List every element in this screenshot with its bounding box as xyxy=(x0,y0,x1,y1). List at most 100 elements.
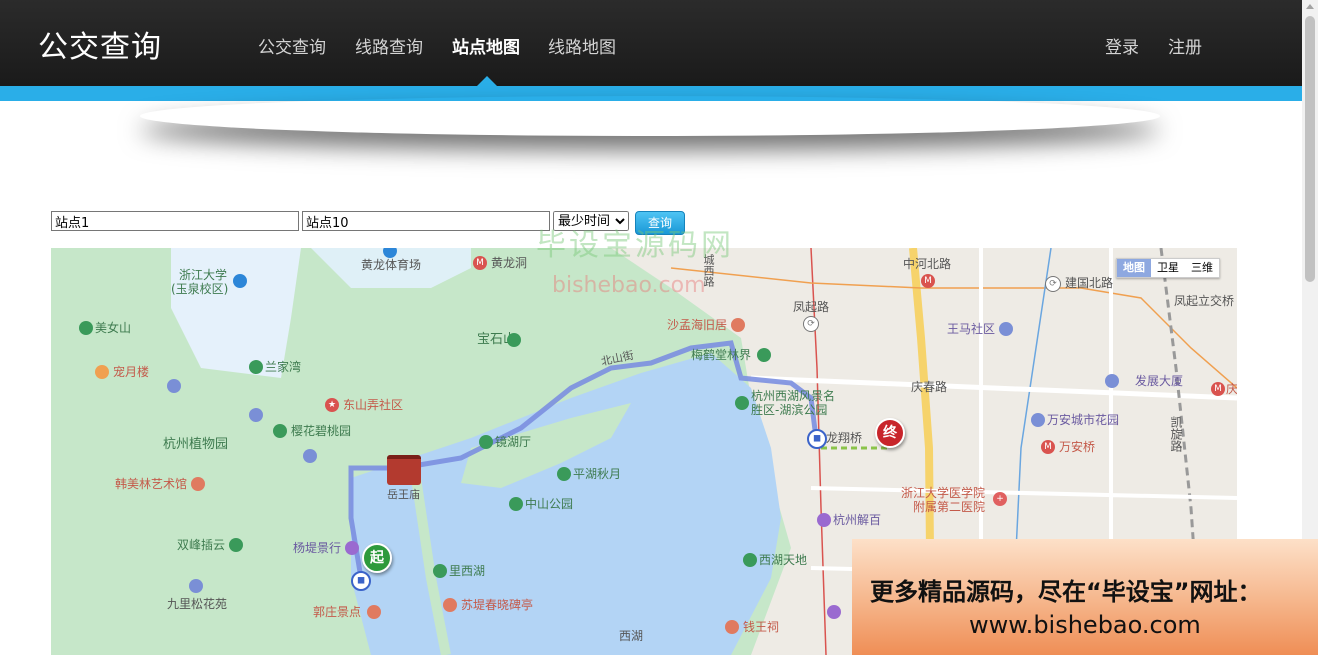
label-shameng: 沙孟海旧居 xyxy=(667,318,728,332)
school-poi-icon xyxy=(233,274,247,288)
label-guozhuang: 郭庄景点 xyxy=(313,605,362,619)
park-xihu-tiandi-icon xyxy=(743,553,757,567)
label-zju-hospital: 浙江大学医学院 xyxy=(901,486,986,500)
restaurant-longyue-icon xyxy=(95,365,109,379)
label-shuangfeng: 双峰插云 xyxy=(177,538,226,552)
label-huanglong-stadium: 黄龙体育场 xyxy=(361,258,422,272)
nav-line-map[interactable]: 线路地图 xyxy=(548,33,616,58)
park-meihetang-icon xyxy=(757,348,771,362)
label-zhongshan: 中山公园 xyxy=(525,497,574,511)
label-longyue: 宠月楼 xyxy=(113,365,150,379)
info-poi-icon xyxy=(167,379,181,393)
brand-logo[interactable]: 公交查询 xyxy=(38,22,162,66)
shopping-poi-icon xyxy=(827,605,841,619)
label-yingbi: 樱花碧桃园 xyxy=(291,424,352,438)
label-lixihu: 里西湖 xyxy=(449,564,486,578)
park-yingbi-icon xyxy=(273,424,287,438)
scenic-guozhuang-icon xyxy=(367,605,381,619)
yuewang-temple-icon xyxy=(387,455,421,485)
label-dongshan: 东山弄社区 xyxy=(343,398,404,412)
hospital-icon: + xyxy=(993,492,1007,506)
label-zhonghe-north: 中河北路 xyxy=(903,257,952,271)
promo-line2: www.bishebao.com xyxy=(969,611,1201,639)
label-jiuli: 九里松花苑 xyxy=(167,597,228,611)
label-fazhan: 发展大厦 xyxy=(1135,374,1184,388)
info-poi-3-icon xyxy=(303,449,317,463)
park-lixihu-icon xyxy=(433,564,447,578)
building-fazhan-icon xyxy=(1105,374,1119,388)
end-stop-input[interactable] xyxy=(302,211,550,231)
end-bus-stop-icon[interactable]: ◼ xyxy=(807,429,827,449)
park-zhongshan-icon xyxy=(509,497,523,511)
label-xihu: 西湖 xyxy=(619,629,644,643)
label-xihu-scenic2: 胜区-湖滨公园 xyxy=(751,403,828,417)
page-scrollbar-thumb[interactable] xyxy=(1305,16,1315,282)
label-wanan-garden: 万安城市花园 xyxy=(1047,413,1120,427)
nav-stop-map[interactable]: 站点地图 xyxy=(452,33,520,58)
label-meihetang: 梅鹤堂林界 xyxy=(691,348,752,362)
promo-line1: 更多精品源码，尽在“毕设宝”网址： xyxy=(870,578,1262,606)
mountain-baoshi-icon xyxy=(507,333,521,347)
scenic-qianwang-icon xyxy=(725,620,739,634)
community-jiuli-icon xyxy=(189,579,203,593)
park-hubin-icon xyxy=(735,396,749,410)
label-zju: 浙江大学 xyxy=(179,268,228,282)
scroll-up-arrow-icon[interactable] xyxy=(1306,4,1314,9)
label-xihu-tiandi: 西湖天地 xyxy=(759,553,808,567)
label-longxiang: 龙翔桥 xyxy=(826,431,863,445)
watermark-url: bishebao.com xyxy=(552,273,706,298)
map-type-3d[interactable]: 三维 xyxy=(1185,259,1219,277)
label-meinv-shan: 美女山 xyxy=(95,321,132,335)
label-fengqi-bridge: 凤起立交桥 xyxy=(1174,294,1235,308)
label-huanglong-cave: 黄龙洞 xyxy=(491,256,528,270)
label-kaixuan: 凯旋路 xyxy=(1169,416,1183,452)
top-navbar: 公交查询 公交查询 线路查询 站点地图 线路地图 登录 注册 xyxy=(0,0,1302,86)
start-marker[interactable]: 起 xyxy=(362,543,392,573)
active-nav-caret xyxy=(477,76,497,86)
label-botanical: 杭州植物园 xyxy=(163,437,229,452)
museum-shameng-icon xyxy=(731,318,745,332)
label-wangma: 王马社区 xyxy=(947,322,996,336)
community-wangma-icon xyxy=(999,322,1013,336)
museum-hanmeilin-icon xyxy=(191,477,205,491)
residential-wanan-icon xyxy=(1031,413,1045,427)
label-qing: 庆 xyxy=(1226,382,1237,396)
park-pinghu-icon xyxy=(557,467,571,481)
community-dongshan-icon: ★ xyxy=(325,398,339,412)
label-qingchun: 庆春路 xyxy=(911,380,948,394)
metro-wanan-icon: M xyxy=(1041,440,1055,454)
park-jinghu-icon xyxy=(479,435,493,449)
end-marker[interactable]: 终 xyxy=(875,418,905,448)
promo-banner[interactable]: 更多精品源码，尽在“毕设宝”网址： www.bishebao.com xyxy=(852,539,1318,655)
nav-line-query[interactable]: 线路查询 xyxy=(355,33,423,58)
label-pinghu: 平湖秋月 xyxy=(573,467,622,481)
shopping-jiebai-icon xyxy=(817,513,831,527)
start-bus-stop-icon[interactable]: ◼ xyxy=(351,571,371,591)
label-zju-hospital2: 附属第二医院 xyxy=(913,500,986,514)
label-yangdi: 杨堤景行 xyxy=(293,541,342,555)
label-sanjia: 兰家湾 xyxy=(265,360,302,374)
metro-zhonghe-icon: M xyxy=(921,274,935,288)
map-type-satellite[interactable]: 卫星 xyxy=(1151,259,1185,277)
label-sudi: 苏堤春晓碑亭 xyxy=(461,598,534,612)
label-yuewang: 岳王庙 xyxy=(387,488,420,501)
watermark-cn: 毕设宝源码网 xyxy=(536,228,734,263)
label-xihu-scenic: 杭州西湖风景名 xyxy=(751,389,836,403)
nav-bus-query[interactable]: 公交查询 xyxy=(258,33,326,58)
park-sanjia-icon xyxy=(249,360,263,374)
label-hanmeilin: 韩美林艺术馆 xyxy=(115,477,188,491)
scenic-sudi-icon xyxy=(443,598,457,612)
map-type-map[interactable]: 地图 xyxy=(1117,259,1151,277)
register-link[interactable]: 注册 xyxy=(1168,33,1202,58)
metro-qing-icon: M xyxy=(1211,382,1225,396)
start-stop-input[interactable] xyxy=(51,211,299,231)
label-wanan-bridge: 万安桥 xyxy=(1059,440,1096,454)
info-poi-2-icon xyxy=(249,408,263,422)
metro-jianguo-icon: ⟳ xyxy=(1045,276,1061,292)
map-type-switcher: 地图 卫星 三维 xyxy=(1116,258,1220,278)
label-zju-campus: (玉泉校区) xyxy=(171,282,229,296)
label-jinghu: 镜湖厅 xyxy=(495,435,532,449)
metro-huanglong-icon: M xyxy=(473,256,487,270)
login-link[interactable]: 登录 xyxy=(1105,33,1139,58)
header-shadow xyxy=(140,96,1160,136)
